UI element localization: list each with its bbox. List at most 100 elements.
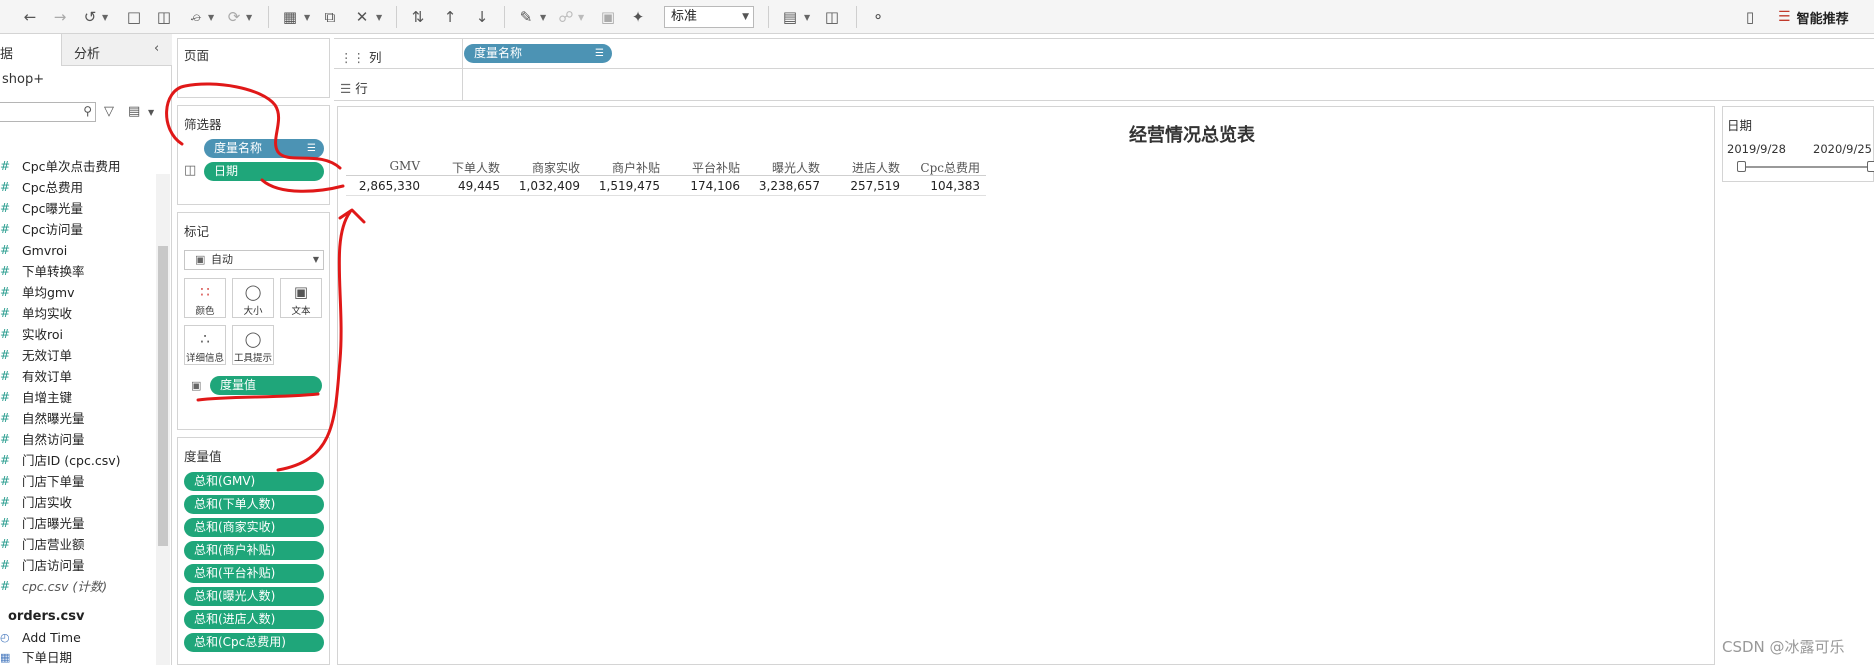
datasource-name[interactable]: shop+ [2, 72, 44, 87]
field-item[interactable]: # 门店营业额 [0, 534, 156, 555]
refresh-icon[interactable]: ⟳ [224, 7, 244, 27]
date-slider-start-handle[interactable] [1736, 161, 1746, 172]
table-header[interactable]: 进店人数 [826, 159, 906, 176]
chevron-down-icon[interactable]: ▼ [304, 13, 312, 22]
share-icon[interactable]: ⚬ [868, 7, 888, 27]
field-item[interactable]: # Cpc曝光量 [0, 198, 156, 219]
chevron-down-icon[interactable]: ▼ [376, 13, 384, 22]
table-header[interactable]: 平台补贴 [666, 159, 746, 176]
marks-pill-measure-values[interactable]: 度量值 [210, 376, 322, 395]
chevron-down-icon[interactable]: ▼ [208, 13, 216, 22]
field-search-input[interactable]: ⚲ [0, 102, 96, 122]
view-type-select[interactable]: 标准 ▼ [664, 6, 754, 28]
field-item[interactable]: # 门店曝光量 [0, 513, 156, 534]
table-header[interactable]: 商户补贴 [586, 159, 666, 176]
measure-pill[interactable]: 总和(GMV) [184, 472, 324, 491]
field-item[interactable]: # 门店实收 [0, 492, 156, 513]
filter-pill-date[interactable]: 日期 [204, 162, 324, 181]
field-item[interactable]: # 门店ID (cpc.csv) [0, 450, 156, 471]
table-header[interactable]: 曝光人数 [746, 159, 826, 176]
field-item[interactable]: # 门店访问量 [0, 555, 156, 576]
duplicate-icon[interactable]: ⧉ [320, 7, 340, 27]
swap-icon[interactable]: ⇅ [408, 7, 428, 27]
measure-pill[interactable]: 总和(进店人数) [184, 610, 324, 629]
group-clip-icon[interactable]: ☍ [556, 7, 576, 27]
color-button[interactable]: ∷ 颜色 [184, 278, 226, 318]
view-list-icon[interactable]: ▤ [128, 104, 140, 119]
chevron-down-icon[interactable]: ▼ [540, 13, 548, 22]
field-item[interactable]: # 有效订单 [0, 366, 156, 387]
chevron-down-icon[interactable]: ▼ [578, 13, 586, 22]
field-item[interactable]: # 单均gmv [0, 282, 156, 303]
field-item[interactable]: # 自然访问量 [0, 429, 156, 450]
field-item[interactable]: # 实收roi [0, 324, 156, 345]
clear-sheet-icon[interactable]: ✕ [352, 7, 372, 27]
table-cell[interactable]: 3,238,657 [746, 179, 826, 193]
datasource-icon[interactable]: ⌮ [186, 7, 206, 27]
field-item-count[interactable]: # cpc.csv (计数) [0, 576, 156, 597]
date-slider-track[interactable] [1741, 166, 1871, 168]
tab-data[interactable]: 据 [0, 34, 62, 66]
chevron-down-icon[interactable]: ▼ [148, 108, 154, 117]
redo-icon[interactable]: ↺ [80, 7, 100, 27]
sort-descending-icon[interactable]: ↓ [472, 7, 492, 27]
field-item[interactable]: # Cpc单次点击费用 [0, 156, 156, 177]
datasource-orders[interactable]: orders.csv [8, 609, 84, 624]
measure-pill[interactable]: 总和(下单人数) [184, 495, 324, 514]
save-icon[interactable]: □ [124, 7, 144, 27]
presentation-icon[interactable]: ◫ [822, 7, 842, 27]
field-item[interactable]: ◴ Add Time [0, 628, 81, 648]
field-item[interactable]: # 门店下单量 [0, 471, 156, 492]
chart-icon[interactable]: ▤ [780, 7, 800, 27]
bookmark-icon[interactable]: ▯ [1740, 7, 1760, 27]
size-button[interactable]: ◯ 大小 [232, 278, 274, 318]
filter-pill-measure-names[interactable]: 度量名称 ☰ [204, 139, 324, 158]
collapse-pane-icon[interactable]: ‹ [154, 41, 159, 56]
forward-arrow-icon[interactable]: → [50, 7, 70, 27]
table-header[interactable]: Cpc总费用 [906, 159, 986, 176]
table-header[interactable]: GMV [346, 159, 426, 173]
rows-shelf[interactable]: ☰ 行 [334, 70, 1874, 101]
table-cell[interactable]: 49,445 [426, 179, 506, 193]
field-item[interactable]: # 自增主键 [0, 387, 156, 408]
columns-shelf[interactable]: ⋮⋮ 列 度量名称 ☰ [334, 38, 1874, 70]
smart-recommend-button[interactable]: ☰ 智能推荐 [1778, 8, 1849, 27]
columns-pill-measure-names[interactable]: 度量名称 ☰ [464, 44, 612, 63]
pin-icon[interactable]: ✦ [628, 7, 648, 27]
chevron-down-icon[interactable]: ▼ [102, 13, 110, 22]
field-item[interactable]: # 下单转换率 [0, 261, 156, 282]
field-item[interactable]: # Cpc访问量 [0, 219, 156, 240]
chevron-down-icon[interactable]: ▼ [246, 13, 254, 22]
table-header[interactable]: 商家实收 [506, 159, 586, 176]
new-worksheet-icon[interactable]: ▦ [280, 7, 300, 27]
table-cell[interactable]: 257,519 [826, 179, 906, 193]
measure-pill[interactable]: 总和(平台补贴) [184, 564, 324, 583]
pages-card[interactable]: 页面 [177, 38, 330, 98]
table-header[interactable]: 下单人数 [426, 159, 506, 176]
tooltip-button[interactable]: ◯ 工具提示 [232, 325, 274, 365]
label-icon[interactable]: ▣ [598, 7, 618, 27]
measure-pill[interactable]: 总和(商户补贴) [184, 541, 324, 560]
measure-pill[interactable]: 总和(Cpc总费用) [184, 633, 324, 652]
table-cell[interactable]: 174,106 [666, 179, 746, 193]
text-button[interactable]: ▣ 文本 [280, 278, 322, 318]
sort-ascending-icon[interactable]: ↑ [440, 7, 460, 27]
field-item[interactable]: ▦ 下单日期 [0, 648, 72, 665]
table-cell[interactable]: 2,865,330 [346, 179, 426, 193]
chevron-down-icon[interactable]: ▼ [804, 13, 812, 22]
table-cell[interactable]: 1,032,409 [506, 179, 586, 193]
detail-button[interactable]: ∴ 详细信息 [184, 325, 226, 365]
field-item[interactable]: # 无效订单 [0, 345, 156, 366]
table-cell[interactable]: 1,519,475 [586, 179, 666, 193]
new-datasource-icon[interactable]: ◫ [154, 7, 174, 27]
worksheet-view[interactable]: 经营情况总览表 GMV 下单人数 商家实收 商户补贴 平台补贴 曝光人数 进店人… [337, 106, 1715, 665]
mark-type-select[interactable]: ▣ 自动 ▼ [184, 250, 324, 270]
field-item[interactable]: # Gmvroi [0, 240, 156, 261]
field-item[interactable]: # Cpc总费用 [0, 177, 156, 198]
field-item[interactable]: # 单均实收 [0, 303, 156, 324]
filters-card[interactable]: 筛选器 度量名称 ☰ 日期 ◫ [177, 105, 330, 205]
date-slider-end-handle[interactable] [1866, 161, 1874, 172]
table-cell[interactable]: 104,383 [906, 179, 986, 193]
scrollbar-thumb[interactable] [158, 246, 168, 546]
measure-pill[interactable]: 总和(曝光人数) [184, 587, 324, 606]
